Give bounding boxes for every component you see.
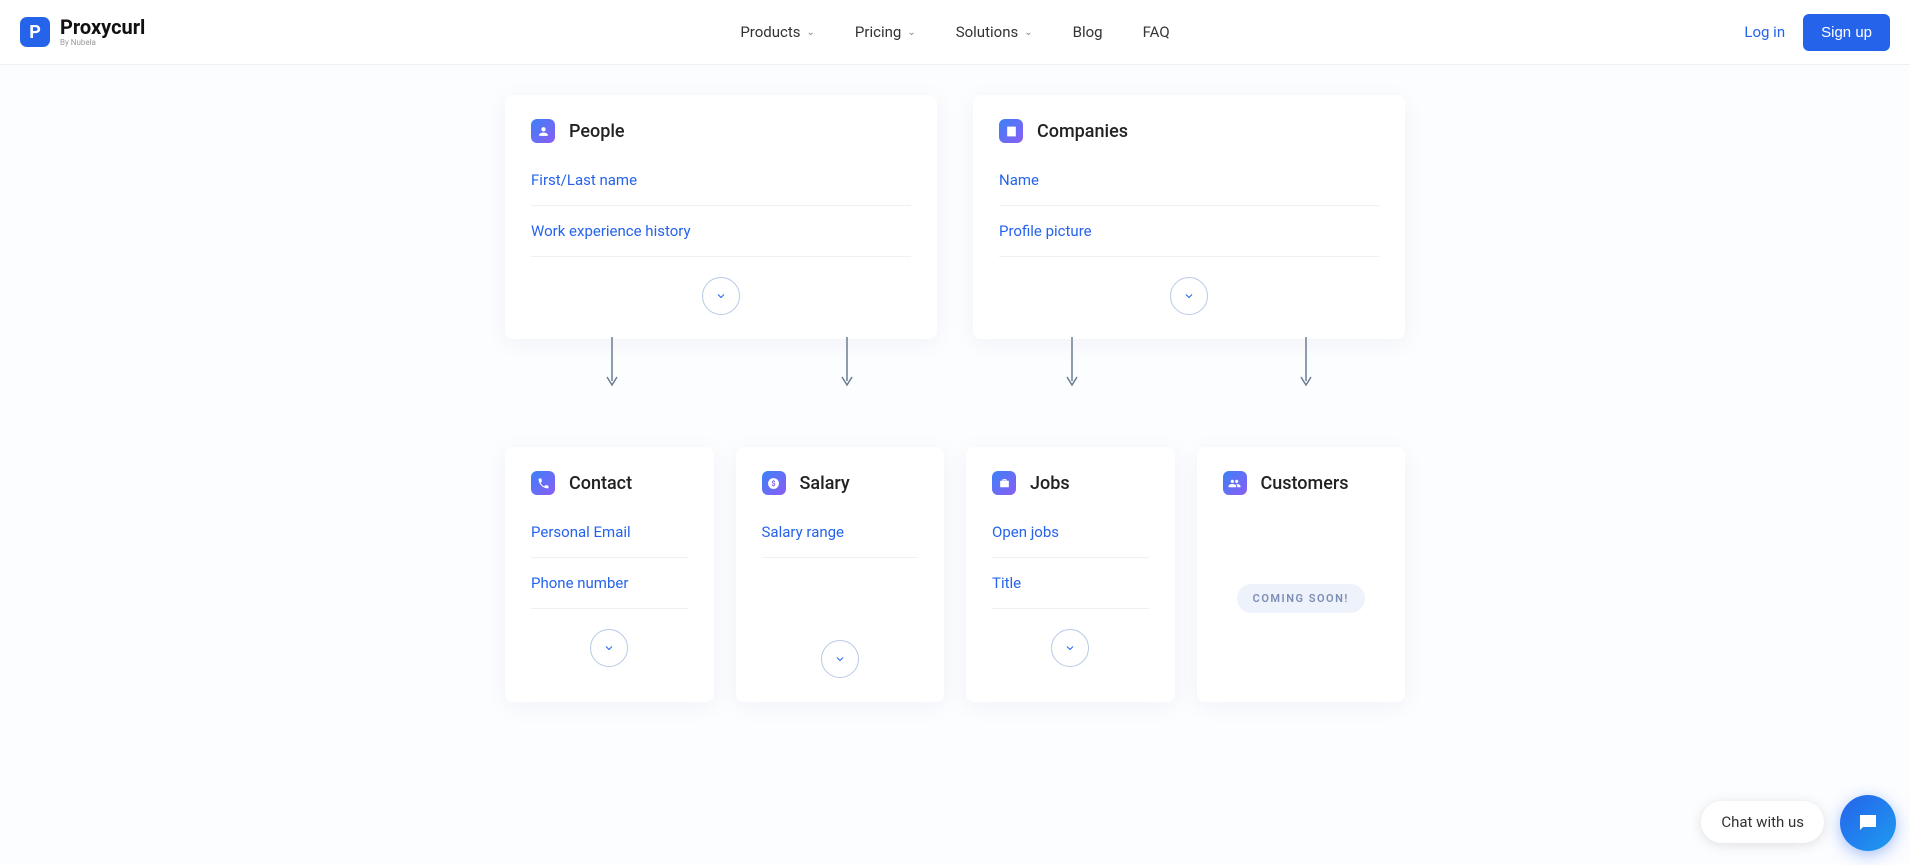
- attr-phone-number[interactable]: Phone number: [531, 558, 688, 609]
- card-contact: Contact Personal Email Phone number: [505, 447, 714, 702]
- attr-job-title[interactable]: Title: [992, 558, 1149, 609]
- arrows-row: [505, 337, 1405, 392]
- card-people-title: People: [569, 121, 625, 142]
- brand-byline: By Nubela: [60, 39, 145, 47]
- card-people: People First/Last name Work experience h…: [505, 95, 937, 339]
- card-customers-title: Customers: [1261, 473, 1349, 494]
- arrow-down-icon: [1065, 337, 1079, 389]
- nav-solutions[interactable]: Solutions ⌄: [956, 23, 1033, 41]
- nav-faq[interactable]: FAQ: [1143, 23, 1170, 41]
- attr-personal-email[interactable]: Personal Email: [531, 523, 688, 558]
- chevron-down-icon: ⌄: [907, 27, 915, 38]
- building-icon: [999, 119, 1023, 143]
- header: P Proxycurl By Nubela Products ⌄ Pricing…: [0, 0, 1910, 65]
- expand-contact-button[interactable]: [590, 629, 628, 667]
- chat-icon: [1856, 811, 1880, 835]
- card-salary-title: Salary: [800, 473, 850, 494]
- arrow-down-icon: [840, 337, 854, 389]
- nav-products[interactable]: Products ⌄: [740, 23, 815, 41]
- chevron-down-icon: ⌄: [1024, 27, 1032, 38]
- card-salary: $ Salary Salary range: [736, 447, 945, 702]
- expand-companies-button[interactable]: [1170, 277, 1208, 315]
- nav-solutions-label: Solutions: [956, 23, 1019, 41]
- logo[interactable]: P Proxycurl By Nubela: [20, 17, 145, 47]
- users-icon: [1223, 471, 1247, 495]
- nav-pricing[interactable]: Pricing ⌄: [855, 23, 916, 41]
- dollar-icon: $: [762, 471, 786, 495]
- coming-soon-badge: COMING SOON!: [1237, 584, 1365, 613]
- attr-first-last-name[interactable]: First/Last name: [531, 171, 911, 206]
- nav-blog[interactable]: Blog: [1073, 23, 1103, 41]
- nav-faq-label: FAQ: [1143, 23, 1170, 41]
- logo-icon: P: [20, 17, 50, 47]
- expand-people-button[interactable]: [702, 277, 740, 315]
- main-nav: Products ⌄ Pricing ⌄ Solutions ⌄ Blog FA…: [740, 23, 1169, 41]
- person-icon: [531, 119, 555, 143]
- attr-work-experience[interactable]: Work experience history: [531, 206, 911, 257]
- phone-icon: [531, 471, 555, 495]
- arrow-down-icon: [1299, 337, 1313, 389]
- logo-text: Proxycurl By Nubela: [60, 17, 145, 47]
- main-content: People First/Last name Work experience h…: [0, 65, 1910, 702]
- chevron-down-icon: ⌄: [807, 27, 815, 38]
- chat-label[interactable]: Chat with us: [1701, 801, 1824, 843]
- arrow-down-icon: [605, 337, 619, 389]
- attr-salary-range[interactable]: Salary range: [762, 523, 919, 558]
- card-jobs: Jobs Open jobs Title: [966, 447, 1175, 702]
- card-jobs-title: Jobs: [1030, 473, 1070, 494]
- auth-controls: Log in Sign up: [1744, 14, 1890, 51]
- signup-button[interactable]: Sign up: [1803, 14, 1890, 51]
- login-link[interactable]: Log in: [1744, 23, 1785, 41]
- card-customers: Customers COMING SOON!: [1197, 447, 1406, 702]
- brand-name: Proxycurl: [60, 17, 145, 37]
- expand-salary-button[interactable]: [821, 640, 859, 678]
- chat-fab[interactable]: [1840, 795, 1896, 851]
- attr-open-jobs[interactable]: Open jobs: [992, 523, 1149, 558]
- nav-blog-label: Blog: [1073, 23, 1103, 41]
- expand-jobs-button[interactable]: [1051, 629, 1089, 667]
- card-contact-title: Contact: [569, 473, 632, 494]
- nav-pricing-label: Pricing: [855, 23, 901, 41]
- card-companies: Companies Name Profile picture: [973, 95, 1405, 339]
- attr-profile-picture[interactable]: Profile picture: [999, 206, 1379, 257]
- svg-text:$: $: [771, 479, 775, 488]
- card-companies-title: Companies: [1037, 121, 1128, 142]
- nav-products-label: Products: [740, 23, 800, 41]
- attr-company-name[interactable]: Name: [999, 171, 1379, 206]
- briefcase-icon: [992, 471, 1016, 495]
